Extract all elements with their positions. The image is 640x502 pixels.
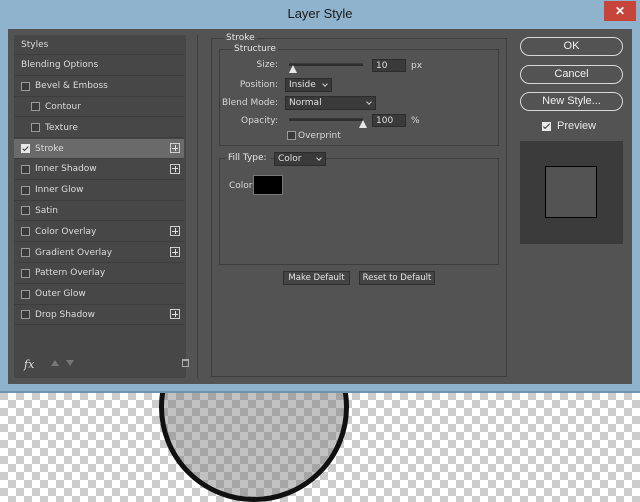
style-checkbox[interactable] xyxy=(31,102,40,112)
ok-button[interactable]: OK xyxy=(520,37,623,56)
move-down-icon[interactable] xyxy=(66,360,74,366)
style-item-pattern-overlay[interactable]: Pattern Overlay xyxy=(14,264,184,284)
size-slider-thumb[interactable] xyxy=(288,65,297,73)
style-item-label: Bevel & Emboss xyxy=(35,81,108,92)
blend-mode-select[interactable]: Normal xyxy=(285,96,376,110)
size-label: Size: xyxy=(256,60,278,70)
close-icon: ✕ xyxy=(614,4,626,18)
style-checkbox[interactable] xyxy=(21,164,30,174)
add-style-icon[interactable] xyxy=(170,247,180,257)
style-checkbox[interactable] xyxy=(21,185,30,195)
fill-type-select[interactable]: Color xyxy=(274,152,326,166)
style-item-styles[interactable]: Styles xyxy=(14,35,184,55)
style-checkbox[interactable] xyxy=(21,144,30,153)
style-item-outer-glow[interactable]: Outer Glow xyxy=(14,285,184,305)
add-style-icon[interactable] xyxy=(170,143,180,153)
style-item-gradient-overlay[interactable]: Gradient Overlay xyxy=(14,243,184,263)
fill-type-value: Color xyxy=(278,154,302,164)
cancel-button[interactable]: Cancel xyxy=(520,65,623,84)
style-item-label: Stroke xyxy=(35,143,64,154)
position-select[interactable]: Inside xyxy=(285,78,332,92)
style-checkbox[interactable] xyxy=(21,81,30,91)
layer-style-window: Layer Style ✕ Styles Blending Options Beve… xyxy=(0,0,640,393)
preview-swatch xyxy=(545,166,597,218)
add-style-icon[interactable] xyxy=(170,226,180,237)
style-item-label: Contour xyxy=(45,101,81,112)
style-item-blending-options[interactable]: Blending Options xyxy=(14,56,184,76)
opacity-label: Opacity: xyxy=(241,116,278,126)
style-item-label: Satin xyxy=(35,205,58,216)
size-slider[interactable] xyxy=(289,63,363,66)
overprint-checkbox[interactable] xyxy=(287,131,296,140)
add-style-icon[interactable] xyxy=(170,309,180,320)
opacity-slider[interactable] xyxy=(289,118,363,121)
dialog-body: Styles Blending Options Bevel & Emboss Cont… xyxy=(8,29,632,384)
reset-to-default-button[interactable]: Reset to Default xyxy=(359,271,435,285)
move-up-icon[interactable] xyxy=(51,360,59,366)
chevron-down-icon xyxy=(322,81,328,87)
style-item-inner-shadow[interactable]: Inner Shadow xyxy=(14,160,184,180)
blend-mode-value: Normal xyxy=(289,98,322,108)
style-item-label: Outer Glow xyxy=(35,289,86,300)
style-item-label: Styles xyxy=(21,39,49,50)
style-item-drop-shadow[interactable]: Drop Shadow xyxy=(14,305,184,326)
color-swatch[interactable] xyxy=(253,175,283,195)
style-item-contour[interactable]: Contour xyxy=(14,97,184,118)
opacity-unit: % xyxy=(411,116,420,126)
style-item-label: Inner Shadow xyxy=(35,164,97,175)
style-preview xyxy=(520,141,623,244)
size-unit: px xyxy=(411,61,423,71)
fill-type-label: Fill Type: xyxy=(226,153,271,163)
add-style-icon[interactable] xyxy=(170,163,180,174)
position-label: Position: xyxy=(239,80,278,90)
trash-icon[interactable] xyxy=(182,359,189,367)
style-checkbox[interactable] xyxy=(21,227,30,237)
style-item-label: Texture xyxy=(45,122,78,133)
blend-mode-label: Blend Mode: xyxy=(221,98,278,108)
structure-title: Structure xyxy=(232,44,278,54)
style-checkbox[interactable] xyxy=(31,123,40,133)
style-item-label: Pattern Overlay xyxy=(35,268,106,279)
close-button[interactable]: ✕ xyxy=(604,1,636,21)
opacity-slider-thumb[interactable] xyxy=(359,120,367,128)
panel-divider xyxy=(197,35,198,378)
style-checkbox[interactable] xyxy=(21,268,30,278)
style-checkbox[interactable] xyxy=(21,206,30,216)
style-item-label: Inner Glow xyxy=(35,185,84,196)
make-default-button[interactable]: Make Default xyxy=(283,271,350,285)
style-item-label: Gradient Overlay xyxy=(35,247,113,258)
preview-checkbox[interactable] xyxy=(542,122,551,131)
fx-icon[interactable]: fx xyxy=(24,358,34,371)
style-item-stroke[interactable]: Stroke xyxy=(14,139,184,159)
opacity-input[interactable]: 100 xyxy=(372,114,406,127)
style-checkbox[interactable] xyxy=(21,310,30,320)
style-item-label: Blending Options xyxy=(21,60,99,71)
chevron-down-icon xyxy=(366,99,372,105)
window-title: Layer Style xyxy=(287,6,353,21)
style-item-bevel-emboss[interactable]: Bevel & Emboss xyxy=(14,77,184,97)
style-item-color-overlay[interactable]: Color Overlay xyxy=(14,222,184,243)
title-bar[interactable]: Layer Style ✕ xyxy=(0,0,640,28)
style-item-label: Drop Shadow xyxy=(35,309,96,320)
color-label: Color: xyxy=(229,181,256,191)
overprint-label: Overprint xyxy=(298,131,341,141)
style-item-texture[interactable]: Texture xyxy=(14,118,184,139)
style-item-label: Color Overlay xyxy=(35,226,97,237)
style-checkbox[interactable] xyxy=(21,289,30,299)
new-style-button[interactable]: New Style... xyxy=(520,92,623,111)
style-item-satin[interactable]: Satin xyxy=(14,201,184,222)
styles-list: Styles Blending Options Bevel & Emboss Cont… xyxy=(14,35,186,378)
style-item-inner-glow[interactable]: Inner Glow xyxy=(14,181,184,201)
chevron-down-icon xyxy=(316,155,322,161)
stroke-section-title: Stroke xyxy=(224,33,257,43)
style-checkbox[interactable] xyxy=(21,248,30,257)
styles-toolbar: fx xyxy=(14,354,189,374)
preview-label: Preview xyxy=(557,120,597,132)
size-input[interactable]: 10 xyxy=(372,59,406,72)
position-value: Inside xyxy=(289,80,316,90)
